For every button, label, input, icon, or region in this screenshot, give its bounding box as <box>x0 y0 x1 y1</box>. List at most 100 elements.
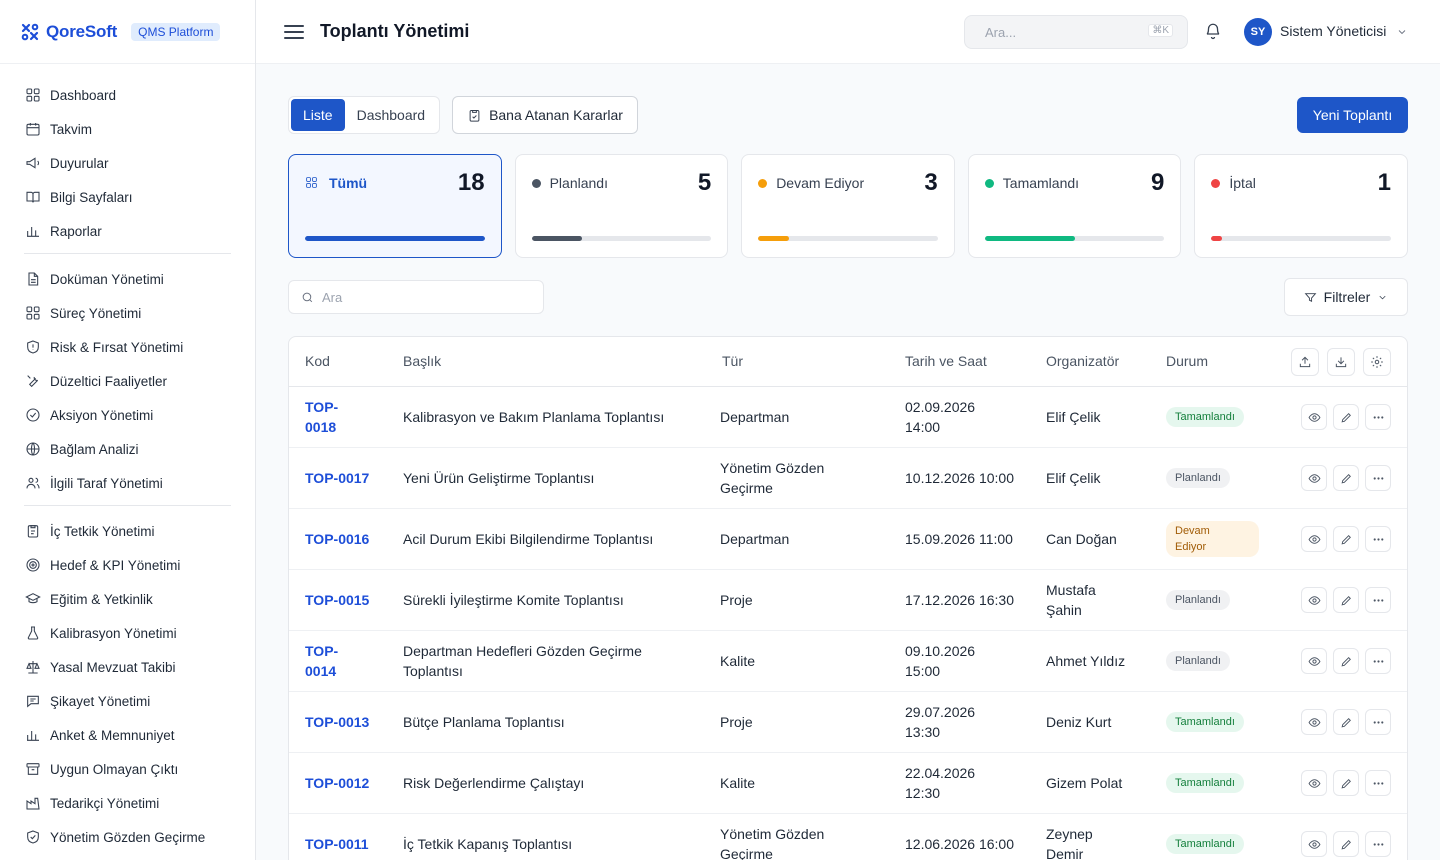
table-row[interactable]: TOP-0013 Bütçe Planlama Toplantısı Proje 29… <box>289 692 1407 753</box>
eye-icon[interactable] <box>1301 770 1327 796</box>
status-card[interactable]: Devam Ediyor 3 <box>741 154 955 258</box>
pencil-icon[interactable] <box>1333 465 1359 491</box>
sidebar-item[interactable]: Yönetim Gözden Geçirme <box>24 820 231 854</box>
pencil-icon[interactable] <box>1333 587 1359 613</box>
sidebar-item-label: Doküman Yönetimi <box>50 271 164 287</box>
status-card[interactable]: Planlandı 5 <box>514 154 729 258</box>
column-organizer[interactable]: Organizatör <box>1046 353 1119 369</box>
status-card[interactable]: Tamamlandı 9 <box>967 154 1182 258</box>
table-row[interactable]: TOP- 0014 Departman Hedefleri Gözden Geçi… <box>289 631 1407 692</box>
cell-code[interactable]: TOP- 0018 <box>305 397 338 437</box>
table-row[interactable]: TOP-0016 Acil Durum Ekibi Bilgilendirme T… <box>289 509 1407 570</box>
cell-code[interactable]: TOP-0013 <box>305 712 369 732</box>
cell-code-wrap: TOP-0015 <box>305 570 385 630</box>
pencil-icon[interactable] <box>1333 526 1359 552</box>
cell-title-wrap: İç Tetkik Kapanış Toplantısı <box>403 814 703 860</box>
more-icon[interactable] <box>1365 709 1391 735</box>
cell-code[interactable]: TOP-0011 <box>305 834 369 854</box>
cell-type-wrap: Yönetim Gözden Geçirme <box>720 448 880 508</box>
sidebar-item[interactable]: Bağlam Analizi <box>24 432 231 466</box>
status-card[interactable]: İptal 1 <box>1194 154 1408 258</box>
sidebar-item[interactable]: Takvim <box>24 112 231 146</box>
table-row[interactable]: TOP-0015 Sürekli İyileştirme Komite Topla… <box>289 570 1407 631</box>
sidebar-item[interactable]: Düzeltici Faaliyetler <box>24 364 231 398</box>
column-status[interactable]: Durum <box>1166 353 1208 369</box>
more-icon[interactable] <box>1365 587 1391 613</box>
eye-icon[interactable] <box>1301 831 1327 857</box>
chevron-down-icon[interactable] <box>1396 25 1410 39</box>
sidebar-item[interactable]: Eğitim & Yetkinlik <box>24 582 231 616</box>
more-icon[interactable] <box>1365 770 1391 796</box>
new-meeting-button[interactable]: Yeni Toplantı <box>1297 97 1408 133</box>
sidebar-item[interactable]: İlgili Taraf Yönetimi <box>24 466 231 500</box>
pencil-icon[interactable] <box>1333 648 1359 674</box>
user-menu-name[interactable]: Sistem Yöneticisi <box>1280 23 1386 39</box>
notification-bell-icon[interactable] <box>1204 22 1224 42</box>
table-row[interactable]: TOP-0017 Yeni Ürün Geliştirme Toplantısı Y… <box>289 448 1407 509</box>
sidebar-item[interactable]: Anket & Memnuniyet <box>24 718 231 752</box>
table-row[interactable]: TOP-0012 Risk Değerlendirme Çalıştayı Kali… <box>289 753 1407 814</box>
cell-code[interactable]: TOP-0017 <box>305 468 369 488</box>
filters-button[interactable]: Filtreler <box>1284 278 1408 316</box>
sidebar-item[interactable]: Yasal Mevzuat Takibi <box>24 650 231 684</box>
sidebar-item[interactable]: Tedarikçi Yönetimi <box>24 786 231 820</box>
pencil-icon[interactable] <box>1333 404 1359 430</box>
sidebar-item[interactable]: Aksiyon Yönetimi <box>24 398 231 432</box>
column-date[interactable]: Tarih ve Saat <box>905 353 987 369</box>
sidebar-item[interactable]: Raporlar <box>24 214 231 248</box>
tab-dashboard[interactable]: Dashboard <box>345 99 438 131</box>
download-icon[interactable] <box>1327 348 1355 376</box>
cell-status-wrap: Tamamlandı <box>1166 753 1266 813</box>
sidebar-item[interactable]: Şikayet Yönetimi <box>24 684 231 718</box>
tab-list[interactable]: Liste <box>291 99 345 131</box>
user-avatar[interactable]: SY <box>1244 18 1272 46</box>
list-search[interactable] <box>288 280 544 314</box>
sidebar-item[interactable]: Dashboard <box>24 78 231 112</box>
eye-icon[interactable] <box>1301 465 1327 491</box>
cell-title: Sürekli İyileştirme Komite Toplantısı <box>403 592 624 608</box>
more-icon[interactable] <box>1365 648 1391 674</box>
more-icon[interactable] <box>1365 404 1391 430</box>
eye-icon[interactable] <box>1301 404 1327 430</box>
upload-icon[interactable] <box>1291 348 1319 376</box>
sidebar-item[interactable]: Hedef & KPI Yönetimi <box>24 548 231 582</box>
eye-icon[interactable] <box>1301 648 1327 674</box>
pencil-icon[interactable] <box>1333 831 1359 857</box>
eye-icon[interactable] <box>1301 526 1327 552</box>
menu-toggle-icon[interactable] <box>284 22 304 42</box>
column-type[interactable]: Tür <box>722 353 743 369</box>
cell-code[interactable]: TOP-0015 <box>305 590 369 610</box>
more-icon[interactable] <box>1365 465 1391 491</box>
status-card[interactable]: Tümü 18 <box>288 154 502 258</box>
sidebar-item[interactable]: İç Tetkik Yönetimi <box>24 514 231 548</box>
cell-code[interactable]: TOP-0016 <box>305 529 369 549</box>
sidebar-item[interactable]: Bilgi Sayfaları <box>24 180 231 214</box>
pencil-icon[interactable] <box>1333 709 1359 735</box>
cell-code[interactable]: TOP- 0014 <box>305 641 338 681</box>
meetings-table: Kod Başlık Tür Tarih ve Saat Organizatör… <box>288 336 1408 860</box>
cell-date: 22.04.2026 12:30 <box>905 765 976 801</box>
column-code[interactable]: Kod <box>305 353 330 369</box>
list-search-input[interactable] <box>322 289 522 305</box>
sidebar-item[interactable]: Uygun Olmayan Çıktı <box>24 752 231 786</box>
status-card-count: 1 <box>1377 169 1391 196</box>
global-search[interactable]: ⌘K <box>964 15 1188 49</box>
gear-icon[interactable] <box>1363 348 1391 376</box>
cell-code[interactable]: TOP-0012 <box>305 773 369 793</box>
table-row[interactable]: TOP-0011 İç Tetkik Kapanış Toplantısı Yöne… <box>289 814 1407 860</box>
eye-icon[interactable] <box>1301 587 1327 613</box>
eye-icon[interactable] <box>1301 709 1327 735</box>
assigned-decisions-button[interactable]: Bana Atanan Kararlar <box>452 96 638 134</box>
status-badge: Tamamlandı <box>1166 834 1244 854</box>
global-search-input[interactable] <box>985 24 1135 40</box>
sidebar-item[interactable]: Risk & Fırsat Yönetimi <box>24 330 231 364</box>
sidebar-item[interactable]: Duyurular <box>24 146 231 180</box>
sidebar-item[interactable]: Süreç Yönetimi <box>24 296 231 330</box>
table-row[interactable]: TOP- 0018 Kalibrasyon ve Bakım Planlama T… <box>289 387 1407 448</box>
more-icon[interactable] <box>1365 526 1391 552</box>
column-title[interactable]: Başlık <box>403 353 441 369</box>
pencil-icon[interactable] <box>1333 770 1359 796</box>
sidebar-item[interactable]: Doküman Yönetimi <box>24 262 231 296</box>
more-icon[interactable] <box>1365 831 1391 857</box>
sidebar-item[interactable]: Kalibrasyon Yönetimi <box>24 616 231 650</box>
